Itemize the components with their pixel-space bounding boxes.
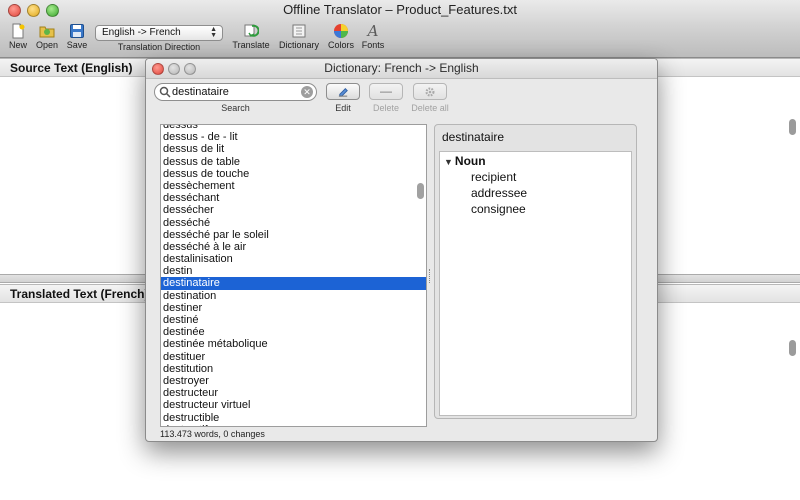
dictionary-search-input[interactable]: destinataire ✕: [154, 83, 317, 101]
translate-button[interactable]: Translate: [231, 23, 271, 50]
save-disk-icon: [70, 24, 84, 38]
word-list-item[interactable]: desséchant: [161, 192, 426, 204]
dictionary-window: Dictionary: French -> English destinatai…: [145, 58, 658, 442]
word-list-item[interactable]: destinée métabolique: [161, 338, 426, 350]
disclosure-triangle-icon[interactable]: ▼: [444, 157, 453, 167]
fonts-label: Fonts: [361, 40, 385, 50]
word-list-item[interactable]: destiné: [161, 314, 426, 326]
new-button[interactable]: New: [6, 23, 30, 50]
word-list-item[interactable]: destructeur virtuel: [161, 399, 426, 411]
save-button[interactable]: Save: [64, 23, 90, 50]
definition-body: ▼ Noun recipient addressee consignee: [439, 151, 632, 416]
open-folder-icon: [39, 26, 55, 38]
dictionary-title: Dictionary: French -> English: [324, 61, 479, 75]
word-list-item[interactable]: desséché à le air: [161, 241, 426, 253]
new-label: New: [8, 40, 27, 50]
word-list-item[interactable]: destitution: [161, 363, 426, 375]
minimize-button[interactable]: [27, 4, 40, 17]
translation-item: recipient: [471, 170, 517, 184]
word-list-item[interactable]: destin: [161, 265, 426, 277]
delete-all-button[interactable]: [413, 83, 447, 100]
word-list-item[interactable]: destructible: [161, 412, 426, 424]
dictionary-titlebar: Dictionary: French -> English: [146, 59, 657, 79]
open-button[interactable]: Open: [34, 23, 60, 50]
word-list-item[interactable]: destination: [161, 290, 426, 302]
dictionary-icon: [292, 24, 306, 38]
dictionary-label: Dictionary: [278, 40, 319, 50]
direction-label: Translation Direction: [117, 42, 201, 52]
search-icon: [159, 86, 171, 98]
word-list-scrollbar[interactable]: [417, 183, 424, 199]
window-title: Offline Translator – Product_Features.tx…: [283, 2, 517, 17]
source-scrollbar[interactable]: [789, 119, 796, 135]
definition-headword: destinataire: [442, 130, 505, 144]
word-list-item[interactable]: dessus: [161, 125, 426, 131]
translated-scrollbar[interactable]: [789, 340, 796, 356]
close-button[interactable]: [8, 4, 21, 17]
fonts-button[interactable]: A Fonts: [360, 23, 386, 50]
fonts-icon: A: [367, 22, 379, 40]
edit-button[interactable]: [326, 83, 360, 100]
colors-button[interactable]: Colors: [326, 23, 356, 50]
word-list-item[interactable]: destalinisation: [161, 253, 426, 265]
part-of-speech: Noun: [454, 154, 486, 168]
dictionary-close-button[interactable]: [152, 63, 164, 75]
select-arrows-icon: ▲ ▼: [210, 26, 217, 39]
edit-label: Edit: [335, 103, 351, 113]
search-value: destinataire: [172, 86, 229, 98]
translation-direction-select[interactable]: English -> French ▲ ▼: [95, 25, 223, 41]
open-label: Open: [35, 40, 59, 50]
word-list-item[interactable]: desséché: [161, 217, 426, 229]
word-list-item[interactable]: destinataire: [161, 277, 426, 290]
word-list[interactable]: dessus dessus - de - lit dessus de lit dess…: [160, 124, 427, 427]
split-view-grip[interactable]: [429, 269, 431, 283]
translation-item: consignee: [471, 202, 526, 216]
translate-label: Translate: [232, 40, 270, 50]
word-list-item[interactable]: destroyer: [161, 375, 426, 387]
dictionary-minimize-button[interactable]: [168, 63, 180, 75]
zoom-button[interactable]: [46, 4, 59, 17]
word-list-item[interactable]: dessécher: [161, 204, 426, 216]
main-titlebar: Offline Translator – Product_Features.tx…: [0, 0, 800, 22]
new-document-icon: [12, 23, 25, 39]
word-list-item[interactable]: destinée: [161, 326, 426, 338]
dictionary-button[interactable]: Dictionary: [276, 23, 322, 50]
translation-item: addressee: [471, 186, 528, 200]
toolbar: New Open Save English -> French ▲ ▼ Trans…: [0, 22, 800, 58]
word-list-item[interactable]: destituer: [161, 351, 426, 363]
word-list-item[interactable]: dessus - de - lit: [161, 131, 426, 143]
delete-all-label: Delete all: [411, 103, 449, 113]
part-of-speech-row[interactable]: ▼ Noun: [440, 154, 631, 168]
translate-icon: [244, 24, 259, 38]
word-list-item[interactable]: desséché par le soleil: [161, 229, 426, 241]
delete-label: Delete: [372, 103, 399, 113]
colors-label: Colors: [327, 40, 354, 50]
direction-value: English -> French: [102, 27, 181, 38]
gear-icon: [425, 87, 435, 97]
delete-minus-icon: —: [380, 84, 392, 98]
status-bar-text: 113.473 words, 0 changes: [160, 429, 265, 439]
word-list-item[interactable]: destructif: [161, 424, 426, 426]
clear-search-icon[interactable]: ✕: [301, 86, 313, 98]
word-list-item[interactable]: dessèchement: [161, 180, 426, 192]
search-label: Search: [221, 103, 250, 113]
color-wheel-icon: [334, 24, 348, 38]
edit-pencil-icon: [338, 88, 348, 97]
word-list-item[interactable]: dessus de touche: [161, 168, 426, 180]
word-list-item[interactable]: destiner: [161, 302, 426, 314]
word-list-item[interactable]: dessus de table: [161, 156, 426, 168]
dictionary-zoom-button[interactable]: [184, 63, 196, 75]
word-list-item[interactable]: dessus de lit: [161, 143, 426, 155]
delete-button[interactable]: —: [369, 83, 403, 100]
save-label: Save: [66, 40, 88, 50]
word-list-item[interactable]: destructeur: [161, 387, 426, 399]
definition-panel: destinataire ▼ Noun recipient addressee c…: [434, 124, 637, 419]
